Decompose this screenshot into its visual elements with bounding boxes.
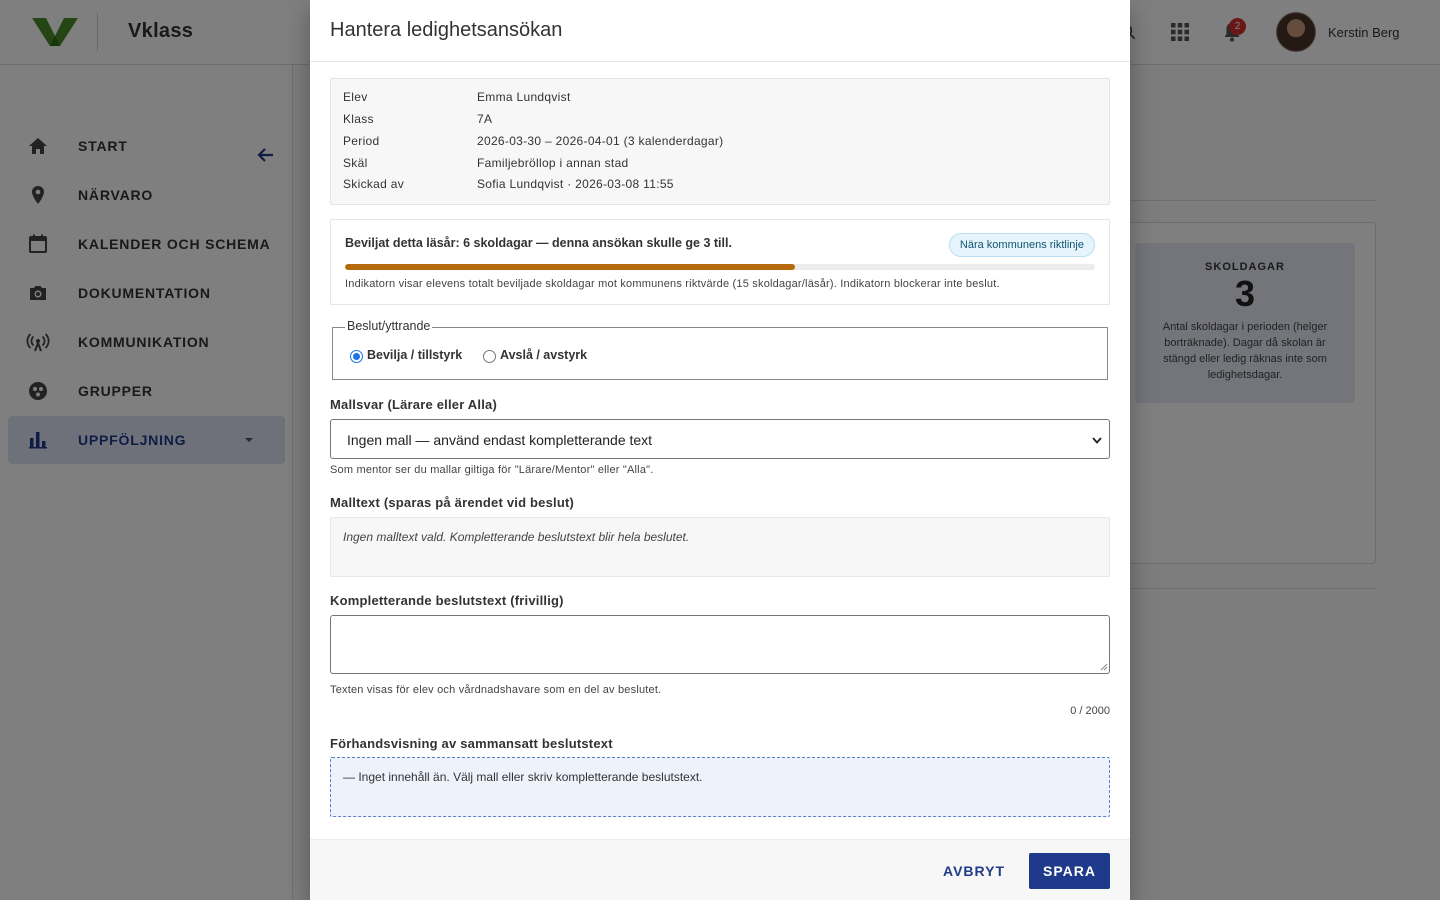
template-text-label: Malltext (sparas på ärendet vid beslut) — [330, 495, 575, 510]
save-button[interactable]: SPARA — [1029, 853, 1110, 889]
preview-box: — Inget innehåll än. Välj mall eller skr… — [330, 757, 1110, 817]
radio-reject-label[interactable]: Avslå / avstyrk — [500, 348, 587, 362]
radio-approve[interactable]: Bevilja / tillstyrk — [350, 346, 470, 364]
detail-value: 2026-03-30 – 2026-04-01 (3 kalenderdagar… — [477, 134, 724, 148]
template-select-label: Mallsvar (Lärare eller Alla) — [330, 397, 497, 412]
resize-handle-icon[interactable] — [1099, 662, 1108, 671]
detail-key: Elev — [343, 90, 368, 104]
detail-value: Sofia Lundqvist · 2026-03-08 11:55 — [477, 177, 674, 191]
template-select-value[interactable]: Ingen mall — använd endast kompletterand… — [347, 432, 652, 448]
indicator-note: Indikatorn visar elevens totalt beviljad… — [345, 278, 1000, 290]
leave-indicator: Beviljat detta läsår: 6 skoldagar — denn… — [330, 219, 1110, 305]
template-text-box: Ingen malltext vald. Kompletterande besl… — [330, 517, 1110, 577]
supplement-textarea[interactable] — [330, 615, 1110, 674]
modal-title: Hantera ledighetsansökan — [330, 19, 563, 41]
status-badge: Nära kommunens riktlinje — [948, 233, 1095, 257]
detail-value: 7A — [477, 112, 493, 126]
preview-text: — Inget innehåll än. Välj mall eller skr… — [343, 770, 703, 784]
character-counter: 0 / 2000 — [1070, 705, 1110, 717]
template-text-value: Ingen malltext vald. Kompletterande besl… — [343, 530, 690, 544]
supplement-hint: Texten visas för elev och vårdnadshavare… — [330, 684, 662, 696]
radio-reject-dot[interactable] — [483, 350, 496, 363]
detail-key: Period — [343, 134, 380, 148]
indicator-progress-fill — [345, 264, 795, 270]
request-details: Elev Emma Lundqvist Klass 7A Period 2026… — [330, 78, 1110, 205]
chevron-down-icon[interactable] — [1091, 434, 1103, 446]
radio-reject[interactable]: Avslå / avstyrk — [483, 346, 603, 364]
indicator-title: Beviljat detta läsår: 6 skoldagar — denn… — [345, 236, 732, 250]
leave-request-modal: Hantera ledighetsansökan Elev Emma Lundq… — [310, 0, 1130, 900]
modal-footer: AVBRYT SPARA — [310, 839, 1130, 900]
radio-approve-dot[interactable] — [350, 350, 363, 363]
supplement-label: Kompletterande beslutstext (frivillig) — [330, 593, 564, 608]
detail-value: Familjebröllop i annan stad — [477, 156, 629, 170]
preview-label: Förhandsvisning av sammansatt beslutstex… — [330, 736, 613, 751]
detail-value: Emma Lundqvist — [477, 90, 571, 104]
detail-key: Skickad av — [343, 177, 405, 191]
detail-key: Klass — [343, 112, 374, 126]
indicator-progress-track — [345, 264, 1095, 270]
modal-header: Hantera ledighetsansökan — [310, 0, 1130, 62]
radio-approve-label[interactable]: Bevilja / tillstyrk — [367, 348, 462, 362]
template-hint: Som mentor ser du mallar giltiga för "Lä… — [330, 464, 654, 476]
template-select[interactable]: Ingen mall — använd endast kompletterand… — [330, 419, 1110, 459]
cancel-button[interactable]: AVBRYT — [934, 853, 1014, 889]
decision-fieldset: Beslut/yttrande Bevilja / tillstyrk Avsl… — [332, 319, 1108, 380]
detail-key: Skäl — [343, 156, 368, 170]
decision-legend: Beslut/yttrande — [345, 319, 433, 333]
